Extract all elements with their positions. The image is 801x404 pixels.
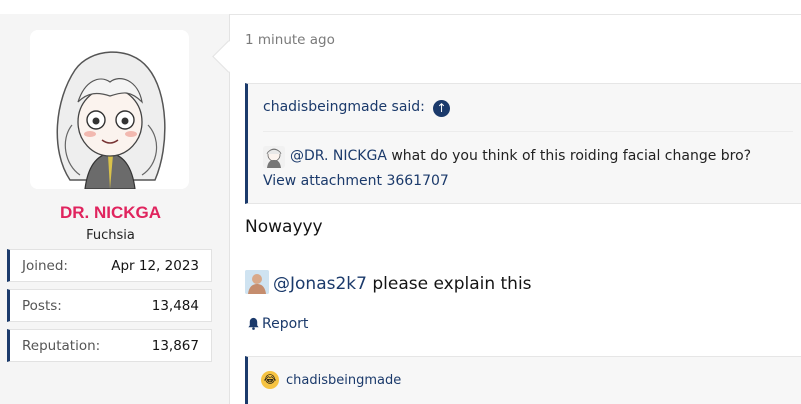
stat-reputation: Reputation: 13,867	[7, 329, 212, 362]
mention-avatar-icon	[263, 146, 285, 168]
user-title: Fuchsia	[86, 228, 135, 243]
arrow-up-circle-icon[interactable]: ↑	[433, 100, 450, 117]
bell-icon	[248, 317, 259, 330]
body-mention-link[interactable]: @Jonas2k7	[273, 274, 367, 294]
stat-value: 13,867	[151, 338, 199, 354]
quote-block: chadisbeingmade said: ↑ @DR. NICKGA what…	[245, 83, 801, 204]
report-button[interactable]: Report	[247, 316, 308, 332]
stat-label: Joined:	[22, 258, 68, 274]
post-body-mention-line: @Jonas2k7 please explain this	[245, 270, 532, 294]
quote-text: @DR. NICKGA what do you think of this ro…	[290, 148, 751, 164]
report-label: Report	[262, 316, 309, 332]
top-divider	[0, 0, 801, 15]
mention-avatar-icon	[245, 270, 269, 294]
user-sidebar: DR. NICKGA Fuchsia Joined: Apr 12, 2023 …	[0, 14, 230, 404]
reactions-bar: 😂 chadisbeingmade	[245, 356, 801, 404]
quote-divider	[263, 131, 793, 132]
post-body-line: Nowayyy	[245, 217, 323, 237]
stat-label: Reputation:	[22, 338, 101, 354]
view-attachment-link[interactable]: View attachment 3661707	[263, 173, 449, 189]
stat-value: Apr 12, 2023	[111, 258, 199, 274]
body-text: please explain this	[366, 274, 532, 294]
stat-posts: Posts: 13,484	[7, 289, 212, 322]
avatar-illustration	[30, 30, 189, 189]
quote-author-link[interactable]: chadisbeingmade said:	[263, 99, 425, 115]
crying-laughing-emoji-icon: 😂	[261, 371, 279, 389]
reaction-user-link[interactable]: chadisbeingmade	[286, 373, 401, 388]
stat-value[interactable]: 13,484	[152, 298, 199, 314]
stat-joined: Joined: Apr 12, 2023	[7, 249, 212, 282]
stat-label: Posts:	[22, 298, 62, 314]
post-timestamp[interactable]: 1 minute ago	[245, 32, 335, 48]
quote-body: what do you think of this roiding facial…	[386, 148, 752, 164]
user-name-link[interactable]: DR. NICKGA	[0, 203, 221, 223]
user-avatar[interactable]	[30, 30, 189, 189]
quote-mention-link[interactable]: @DR. NICKGA	[290, 148, 387, 164]
